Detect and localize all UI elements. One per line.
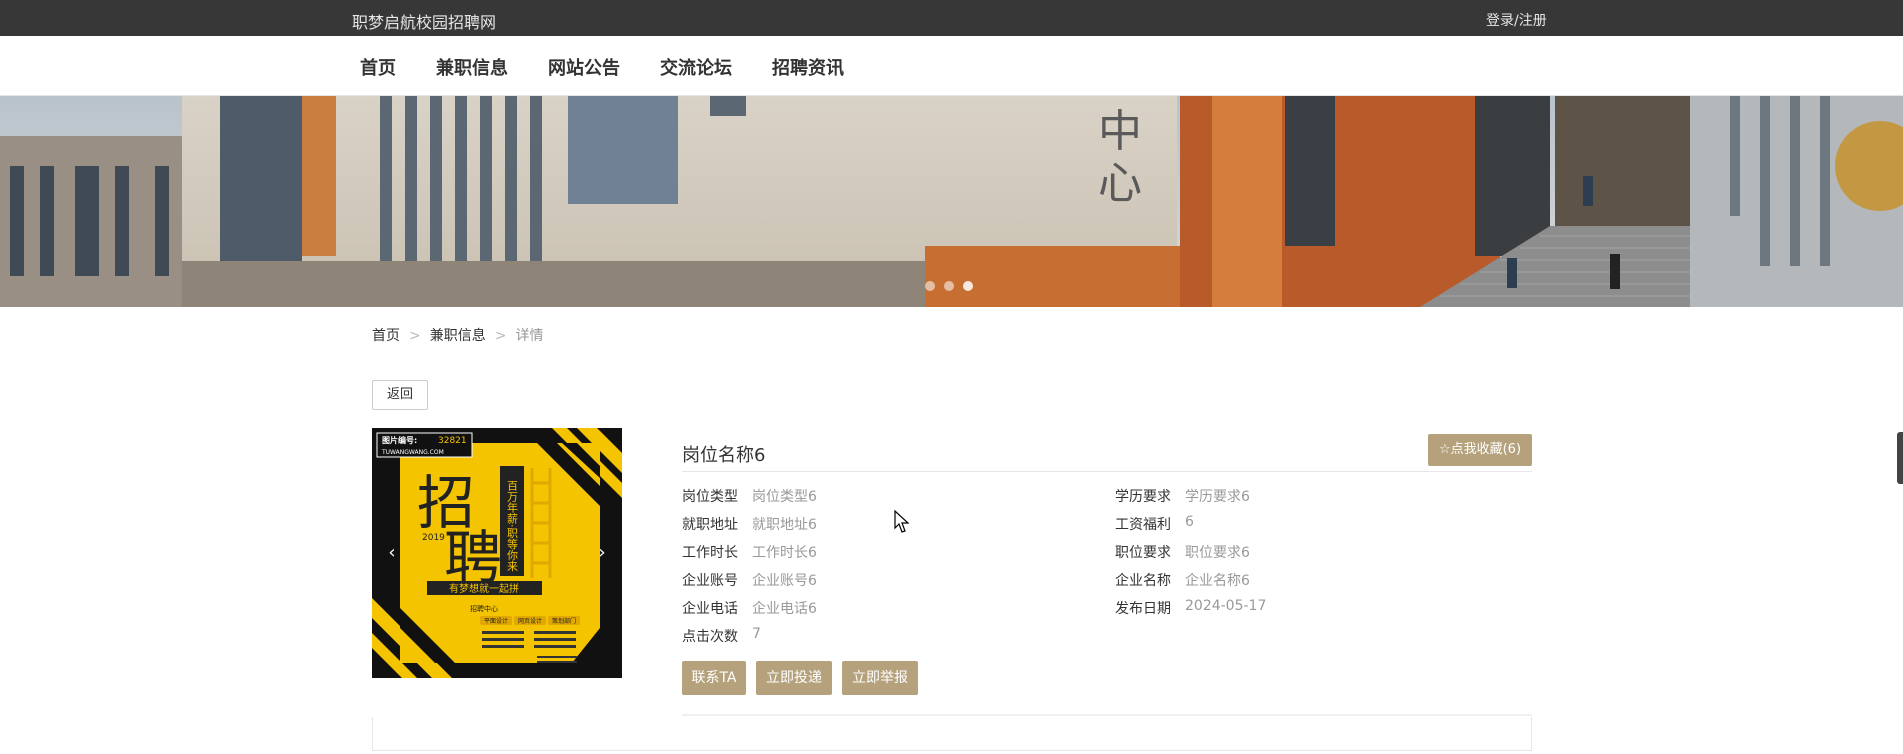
job-title: 岗位名称6 xyxy=(682,445,766,466)
breadcrumb-separator: > xyxy=(494,328,507,344)
banner-sign-text: 中 xyxy=(1098,106,1142,157)
field-salary: 工资福利 6 xyxy=(1115,514,1194,534)
field-label: 工资福利 xyxy=(1115,517,1171,533)
field-value: 6 xyxy=(1185,514,1194,530)
breadcrumb-current: 详情 xyxy=(515,328,544,344)
field-value: 7 xyxy=(752,626,761,642)
nav-item-forum[interactable]: 交流论坛 xyxy=(660,54,732,80)
apply-button[interactable]: 立即投递 xyxy=(756,661,832,695)
field-label: 职位要求 xyxy=(1115,545,1171,561)
nav-item-recruitment-news[interactable]: 招聘资讯 xyxy=(772,54,844,80)
field-label: 点击次数 xyxy=(682,629,738,645)
detail-content-box xyxy=(372,717,1532,751)
poster-dept-2: 网页设计 xyxy=(518,617,542,625)
poster-site: TUWANGWANG.COM xyxy=(381,449,444,456)
svg-text:心: 心 xyxy=(1098,158,1142,209)
job-poster-image: 图片编号: 32821 TUWANGWANG.COM 招 聘 2019 百万年薪… xyxy=(372,428,622,678)
poster-prev-arrow-icon[interactable]: ‹ xyxy=(377,538,407,568)
field-work-address: 就职地址 就职地址6 xyxy=(682,514,817,534)
poster-section-label: 招聘中心 xyxy=(470,604,498,613)
field-label: 企业账号 xyxy=(682,573,738,589)
field-value: 2024-05-17 xyxy=(1185,598,1267,614)
section-divider xyxy=(682,714,1532,716)
back-button[interactable]: 返回 xyxy=(372,380,428,410)
field-label: 岗位类型 xyxy=(682,489,738,505)
field-value: 企业电话6 xyxy=(752,601,817,617)
login-register-link[interactable]: 登录/注册 xyxy=(1486,10,1547,30)
poster-year: 2019 xyxy=(422,533,445,543)
field-value: 学历要求6 xyxy=(1185,489,1250,505)
top-bar: 职梦启航校园招聘网 登录/注册 xyxy=(0,0,1903,36)
carousel-dot-2[interactable] xyxy=(944,281,954,291)
banner-carousel[interactable]: 中 心 xyxy=(0,96,1903,307)
poster-tag-label: 图片编号: xyxy=(382,435,417,445)
main-nav: 首页 兼职信息 网站公告 交流论坛 招聘资讯 xyxy=(0,36,1903,96)
field-education: 学历要求 学历要求6 xyxy=(1115,486,1250,506)
carousel-dot-3[interactable] xyxy=(963,281,973,291)
field-requirements: 职位要求 职位要求6 xyxy=(1115,542,1250,562)
field-label: 学历要求 xyxy=(1115,489,1171,505)
poster-side-text: 百万年薪·职等你来 xyxy=(506,480,519,572)
carousel-dot-1[interactable] xyxy=(925,281,935,291)
field-label: 企业电话 xyxy=(682,601,738,617)
star-outline-icon: ☆ xyxy=(1438,442,1451,457)
field-value: 工作时长6 xyxy=(752,545,817,561)
field-label: 企业名称 xyxy=(1115,573,1171,589)
carousel-dots xyxy=(925,281,973,291)
breadcrumb-separator: > xyxy=(409,328,421,344)
poster-dept-3: 策划部门 xyxy=(552,617,576,625)
banner-image: 中 心 xyxy=(0,96,1903,307)
field-click-count: 点击次数 7 xyxy=(682,626,761,646)
field-value: 企业名称6 xyxy=(1185,573,1250,589)
contact-button[interactable]: 联系TA xyxy=(682,661,746,695)
nav-item-home[interactable]: 首页 xyxy=(360,54,396,80)
nav-item-announcements[interactable]: 网站公告 xyxy=(548,54,620,80)
field-value: 职位要求6 xyxy=(1185,545,1250,561)
side-float-tab[interactable] xyxy=(1897,432,1903,484)
field-publish-date: 发布日期 2024-05-17 xyxy=(1115,598,1266,618)
field-label: 发布日期 xyxy=(1115,601,1171,617)
site-title[interactable]: 职梦启航校园招聘网 xyxy=(352,9,496,33)
report-button[interactable]: 立即举报 xyxy=(842,661,918,695)
field-work-hours: 工作时长 工作时长6 xyxy=(682,542,817,562)
poster-tag-number: 32821 xyxy=(438,436,467,446)
breadcrumb-section[interactable]: 兼职信息 xyxy=(430,328,486,344)
breadcrumb-home[interactable]: 首页 xyxy=(372,328,400,344)
field-company-name: 企业名称 企业名称6 xyxy=(1115,570,1250,590)
field-company-phone: 企业电话 企业电话6 xyxy=(682,598,817,618)
field-label: 工作时长 xyxy=(682,545,738,561)
field-value: 就职地址6 xyxy=(752,517,817,533)
poster-dept-1: 平面设计 xyxy=(484,617,508,625)
nav-item-part-time-jobs[interactable]: 兼职信息 xyxy=(436,54,508,80)
field-job-type: 岗位类型 岗位类型6 xyxy=(682,486,817,506)
title-divider xyxy=(682,471,1532,472)
field-company-account: 企业账号 企业账号6 xyxy=(682,570,817,590)
job-poster-carousel[interactable]: 图片编号: 32821 TUWANGWANG.COM 招 聘 2019 百万年薪… xyxy=(372,428,622,678)
favorite-label: 点我收藏(6) xyxy=(1450,442,1522,457)
field-label: 就职地址 xyxy=(682,517,738,533)
poster-next-arrow-icon[interactable]: › xyxy=(587,538,617,568)
favorite-button[interactable]: ☆点我收藏(6) xyxy=(1428,434,1532,466)
field-value: 岗位类型6 xyxy=(752,489,817,505)
breadcrumb: 首页 > 兼职信息 > 详情 xyxy=(372,325,543,345)
field-value: 企业账号6 xyxy=(752,573,817,589)
poster-slogan: 有梦想就一起拼 xyxy=(449,582,519,595)
mouse-cursor-icon xyxy=(894,510,910,533)
